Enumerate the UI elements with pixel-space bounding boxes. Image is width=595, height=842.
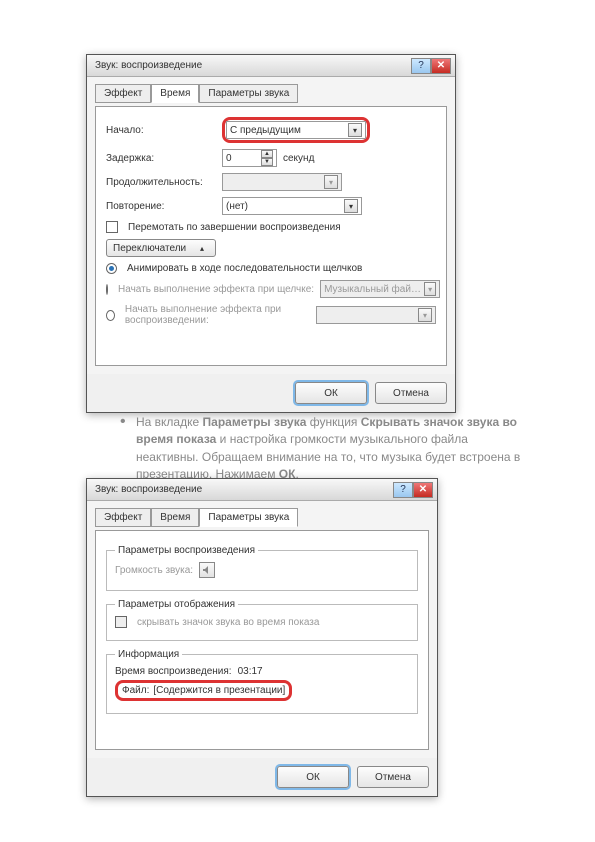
repeat-dropdown[interactable]: (нет) ▾ [222, 197, 362, 215]
start-label: Начало: [106, 125, 216, 136]
radio-animate-sequence-label: Анимировать в ходе последовательности ще… [127, 263, 362, 274]
onclick-value: Музыкальный файл 1.mp3 [324, 284, 424, 295]
cancel-button[interactable]: Отмена [375, 382, 447, 404]
description-text: На вкладке Параметры звука функция Скрыв… [136, 414, 530, 484]
info-group: Информация Время воспроизведения: 03:17 … [106, 649, 418, 714]
dialog-buttons: ОК Отмена [87, 758, 437, 796]
repeat-value: (нет) [226, 201, 248, 212]
radio-start-onclick[interactable] [106, 284, 108, 295]
tab-content-params: Параметры воспроизведения Громкость звук… [95, 530, 429, 750]
tab-effect[interactable]: Эффект [95, 508, 151, 527]
start-value: С предыдущим [230, 125, 301, 136]
radio-start-onclick-label: Начать выполнение эффекта при щелчке: [118, 284, 314, 295]
delay-label: Задержка: [106, 153, 216, 164]
onclick-target-dropdown: Музыкальный файл 1.mp3 ▾ [320, 280, 440, 298]
close-button[interactable]: ✕ [431, 58, 451, 74]
radio-start-onplay-label: Начать выполнение эффекта при воспроизве… [125, 304, 310, 326]
titlebar[interactable]: Звук: воспроизведение ? ✕ [87, 479, 437, 501]
tab-sound-params[interactable]: Параметры звука [199, 84, 298, 103]
window-title: Звук: воспроизведение [91, 484, 202, 495]
bullet-icon: • [120, 413, 126, 431]
delay-unit: секунд [283, 153, 314, 164]
repeat-label: Повторение: [106, 201, 216, 212]
cancel-button[interactable]: Отмена [357, 766, 429, 788]
highlight-start-dropdown: С предыдущим ▾ [222, 117, 370, 143]
close-button[interactable]: ✕ [413, 482, 433, 498]
titlebar[interactable]: Звук: воспроизведение ? ✕ [87, 55, 455, 77]
ok-button[interactable]: ОК [277, 766, 349, 788]
help-button[interactable]: ? [411, 58, 431, 74]
file-value: [Содержится в презентации] [153, 685, 285, 696]
tab-time[interactable]: Время [151, 508, 199, 527]
dialog-sound-playback-params: Звук: воспроизведение ? ✕ Эффект Время П… [86, 478, 438, 797]
chevron-down-icon: ▾ [418, 308, 432, 322]
dialog-sound-playback-time: Звук: воспроизведение ? ✕ Эффект Время П… [86, 54, 456, 413]
chevron-down-icon: ▾ [324, 175, 338, 189]
spinner-buttons[interactable]: ▲▼ [261, 150, 273, 166]
tabstrip: Эффект Время Параметры звука [95, 83, 447, 102]
volume-label: Громкость звука: [115, 565, 193, 576]
file-label: Файл: [122, 685, 149, 696]
chevron-down-icon: ▾ [344, 199, 358, 213]
radio-animate-sequence[interactable] [106, 263, 117, 274]
help-button[interactable]: ? [393, 482, 413, 498]
chevron-up-icon: ▴ [195, 241, 209, 255]
playback-params-group: Параметры воспроизведения Громкость звук… [106, 545, 418, 591]
volume-icon [199, 562, 215, 578]
duration-dropdown: ▾ [222, 173, 342, 191]
display-legend: Параметры отображения [115, 599, 238, 610]
tab-content-time: Начало: С предыдущим ▾ Задержка: 0 ▲▼ се… [95, 106, 447, 366]
hide-icon-label: скрывать значок звука во время показа [137, 617, 319, 628]
tabstrip: Эффект Время Параметры звука [95, 507, 429, 526]
start-dropdown[interactable]: С предыдущим ▾ [226, 121, 366, 139]
radio-start-onplay[interactable] [106, 310, 115, 321]
highlight-file-info: Файл: [Содержится в презентации] [115, 680, 292, 701]
tab-effect[interactable]: Эффект [95, 84, 151, 103]
chevron-down-icon: ▾ [424, 282, 436, 296]
chevron-down-icon: ▾ [348, 123, 362, 137]
duration-label: Продолжительность: [106, 177, 216, 188]
window-title: Звук: воспроизведение [91, 60, 202, 71]
ok-button[interactable]: ОК [295, 382, 367, 404]
playtime-label: Время воспроизведения: [115, 666, 232, 677]
triggers-button[interactable]: Переключатели ▴ [106, 239, 216, 257]
window-buttons: ? ✕ [411, 58, 451, 74]
playtime-value: 03:17 [238, 666, 263, 677]
dialog-body: Эффект Время Параметры звука Параметры в… [87, 501, 437, 758]
delay-spinner[interactable]: 0 ▲▼ [222, 149, 277, 167]
hide-icon-checkbox [115, 616, 127, 628]
rewind-checkbox[interactable] [106, 221, 118, 233]
display-params-group: Параметры отображения скрывать значок зв… [106, 599, 418, 641]
delay-value: 0 [226, 153, 232, 164]
rewind-label: Перемотать по завершении воспроизведения [128, 222, 341, 233]
window-buttons: ? ✕ [393, 482, 433, 498]
tab-sound-params[interactable]: Параметры звука [199, 508, 298, 527]
playback-legend: Параметры воспроизведения [115, 545, 258, 556]
triggers-label: Переключатели [113, 243, 186, 254]
tab-time[interactable]: Время [151, 84, 199, 103]
dialog-buttons: ОК Отмена [87, 374, 455, 412]
onplay-target-dropdown: ▾ [316, 306, 436, 324]
dialog-body: Эффект Время Параметры звука Начало: С п… [87, 77, 455, 374]
info-legend: Информация [115, 649, 182, 660]
